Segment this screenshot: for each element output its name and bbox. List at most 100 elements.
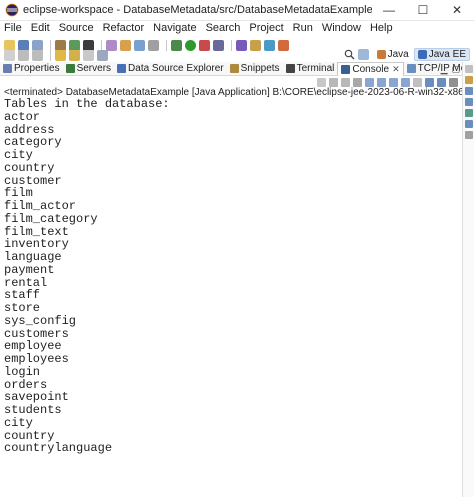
remove-launch-icon[interactable]	[329, 77, 338, 87]
perspective-java[interactable]: Java	[374, 48, 412, 61]
menu-navigate[interactable]: Navigate	[153, 21, 196, 36]
console-line: payment	[4, 262, 55, 277]
show-on-stderr-icon[interactable]	[401, 77, 410, 87]
last-edit-icon[interactable]	[55, 49, 66, 61]
task-list-icon[interactable]	[464, 98, 473, 106]
forward-icon[interactable]	[83, 49, 94, 61]
close-tab-icon[interactable]: ✕	[392, 64, 400, 75]
menu-help[interactable]: Help	[370, 21, 393, 36]
menu-file[interactable]: File	[4, 21, 22, 36]
console-line: country	[4, 160, 55, 175]
menu-refactor[interactable]: Refactor	[103, 21, 145, 36]
project-explorer-icon[interactable]	[464, 76, 473, 84]
terminate-icon[interactable]	[317, 77, 326, 87]
console-line: category	[4, 135, 62, 150]
open-console-icon[interactable]	[437, 77, 446, 87]
console-line: store	[4, 301, 41, 315]
tab-properties[interactable]: Properties	[0, 62, 63, 76]
toggle-mark-icon[interactable]	[4, 49, 15, 61]
console-output[interactable]: Tables in the database: actor address ca…	[4, 98, 459, 455]
clear-console-icon[interactable]	[353, 77, 362, 87]
word-wrap-icon[interactable]	[377, 77, 386, 87]
console-line: customer	[4, 173, 62, 188]
console-line: film_category	[4, 211, 98, 226]
console-line: actor	[4, 109, 41, 124]
servers-icon	[65, 64, 75, 73]
display-console-icon[interactable]	[425, 77, 434, 87]
outline-icon[interactable]	[464, 87, 473, 95]
search-icon[interactable]	[344, 49, 355, 60]
pin-editor-icon[interactable]	[97, 49, 108, 61]
window-title: eclipse-workspace - DatabaseMetadata/src…	[23, 4, 372, 16]
tab-label: Console	[352, 63, 390, 75]
menu-source[interactable]: Source	[59, 21, 94, 36]
console-line: orders	[4, 377, 48, 392]
prev-annotation-icon[interactable]	[32, 49, 43, 61]
back-icon[interactable]	[69, 49, 80, 61]
console-line: film_text	[4, 224, 69, 239]
console-line: employee	[4, 339, 62, 354]
menu-edit[interactable]: Edit	[31, 21, 50, 36]
javaee-perspective-icon	[417, 49, 427, 59]
console-line: Tables in the database:	[4, 97, 170, 111]
menu-bar: File Edit Source Refactor Navigate Searc…	[0, 21, 474, 36]
java-perspective-icon	[376, 49, 386, 59]
scroll-lock-icon[interactable]	[365, 77, 374, 87]
console-line: customers	[4, 326, 69, 341]
tab-terminal[interactable]: Terminal	[283, 62, 338, 76]
console-icon	[341, 64, 351, 74]
show-on-stdout-icon[interactable]	[389, 77, 398, 87]
menu-window[interactable]: Window	[322, 21, 361, 36]
right-trim-bar	[462, 62, 474, 497]
console-line: address	[4, 122, 55, 137]
view-tab-bar: Properties Servers Data Source Explorer …	[0, 61, 474, 76]
console-line: film_actor	[4, 199, 77, 213]
tab-console[interactable]: Console ✕	[337, 61, 404, 76]
next-annotation-icon[interactable]	[18, 49, 29, 61]
snippets-icon	[229, 64, 239, 73]
console-line: city	[4, 415, 33, 430]
markers-icon[interactable]	[464, 109, 473, 117]
perspective-javaee-label: Java EE	[428, 48, 466, 60]
maximize-button[interactable]: ☐	[406, 0, 440, 21]
console-minimized-icon[interactable]	[464, 120, 473, 128]
maximize-view-icon[interactable]: ▢	[451, 64, 460, 75]
perspective-javaee[interactable]: Java EE	[413, 47, 470, 61]
tab-servers[interactable]: Servers	[63, 62, 114, 76]
restore-icon[interactable]	[464, 65, 473, 73]
tab-label: Servers	[76, 63, 112, 74]
console-line: countrylanguage	[4, 441, 113, 456]
menu-project[interactable]: Project	[249, 21, 283, 36]
terminal-tab-icon	[285, 64, 295, 73]
console-line: savepoint	[4, 390, 69, 405]
tab-snippets[interactable]: Snippets	[227, 62, 283, 76]
menu-run[interactable]: Run	[293, 21, 313, 36]
tcpip-monitor-icon	[406, 64, 416, 73]
open-perspective-icon[interactable]	[357, 48, 369, 60]
tab-label: Snippets	[240, 63, 280, 74]
console-line: language	[4, 250, 62, 264]
tab-data-source-explorer[interactable]: Data Source Explorer	[114, 62, 227, 76]
console-line: employees	[4, 352, 69, 366]
title-bar: eclipse-workspace - DatabaseMetadata/src…	[0, 0, 474, 21]
minimize-view-icon[interactable]: ▁	[441, 64, 448, 75]
pin-console-icon[interactable]	[413, 77, 422, 87]
console-line: rental	[4, 275, 48, 290]
tab-label: Data Source Explorer	[128, 63, 224, 74]
view-menu-icon[interactable]	[449, 77, 458, 87]
menu-search[interactable]: Search	[206, 21, 241, 36]
tab-label: Properties	[14, 63, 60, 74]
console-line: sys_config	[4, 313, 77, 328]
console-line: staff	[4, 288, 41, 303]
console-line: inventory	[4, 237, 69, 252]
perspective-java-label: Java	[387, 48, 409, 60]
remove-all-launches-icon[interactable]	[341, 77, 350, 87]
console-line: students	[4, 403, 62, 417]
close-button[interactable]: ✕	[440, 0, 474, 21]
tab-label: Terminal	[296, 63, 335, 74]
problems-icon[interactable]	[464, 131, 473, 139]
data-source-icon	[117, 64, 127, 73]
minimize-button[interactable]: —	[372, 0, 406, 21]
console-line: city	[4, 148, 33, 162]
view-controls: ▁ ▢	[437, 62, 460, 76]
